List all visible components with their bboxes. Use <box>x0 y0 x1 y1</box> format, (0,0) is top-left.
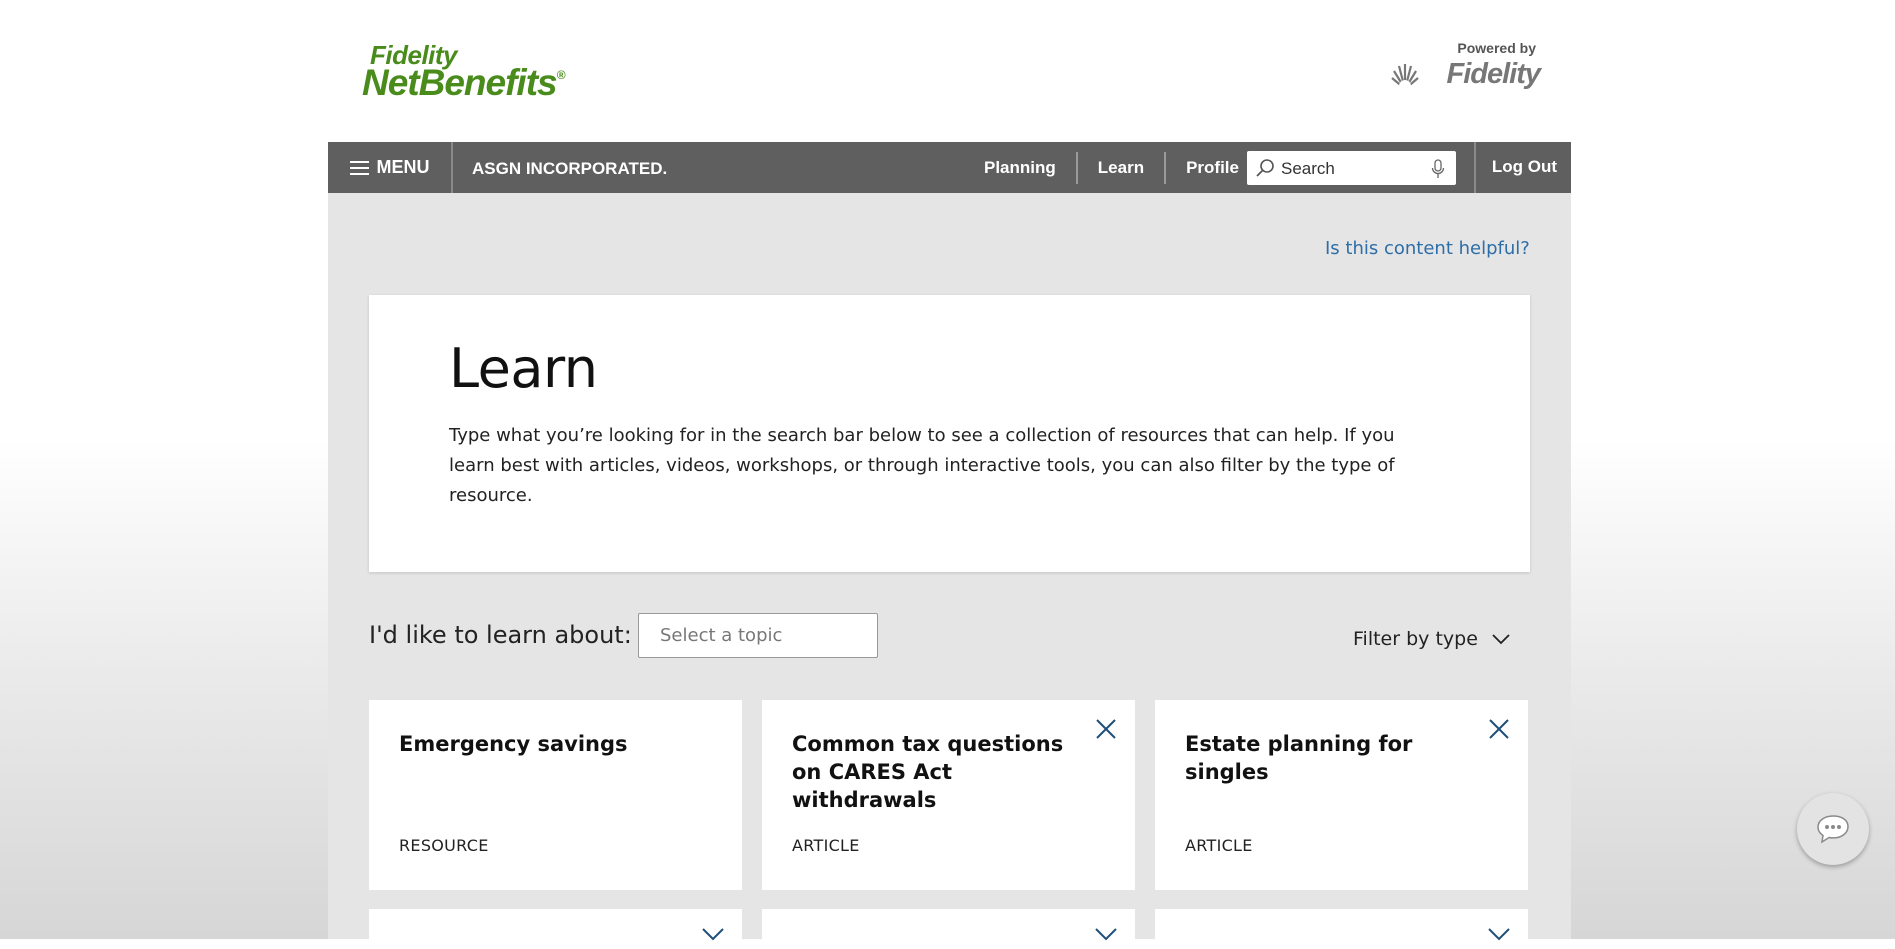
tile-title: Estate planning for singles <box>1185 732 1413 784</box>
resource-tile[interactable]: Emergency savings RESOURCE <box>369 700 742 890</box>
fidelity-sunburst-icon <box>1391 64 1419 90</box>
resource-tile[interactable]: Common tax questions on CARES Act withdr… <box>762 700 1135 890</box>
close-icon[interactable] <box>1488 718 1510 740</box>
fidelity-brand-text: Fidelity <box>1446 58 1541 90</box>
filter-by-type-dropdown[interactable]: Filter by type <box>1353 628 1510 650</box>
nav-link-planning[interactable]: Planning <box>964 158 1076 178</box>
tile-type: ARTICLE <box>792 836 860 855</box>
intro-description: Type what you’re looking for in the sear… <box>449 425 1395 506</box>
topic-picker-label: I'd like to learn about: <box>369 621 632 649</box>
learn-intro-card: Learn Type what you’re looking for in th… <box>369 295 1530 572</box>
page-title: Learn <box>449 337 598 400</box>
filter-label: Filter by type <box>1353 628 1478 650</box>
hamburger-icon <box>349 160 369 175</box>
nav-link-profile[interactable]: Profile <box>1166 158 1239 178</box>
nav-links: Planning Learn Profile <box>964 142 1239 193</box>
tile-type: ARTICLE <box>1185 836 1253 855</box>
logo-netbenefits-text: NetBenefits® <box>362 62 565 103</box>
logout-button[interactable]: Log Out <box>1473 142 1571 193</box>
nav-link-learn[interactable]: Learn <box>1078 158 1164 178</box>
close-icon[interactable] <box>1095 718 1117 740</box>
powered-by-label: Powered by <box>1457 40 1536 56</box>
chat-bubble-icon <box>1817 815 1849 844</box>
tile-title: Common tax questions on CARES Act withdr… <box>792 732 1064 812</box>
powered-by-fidelity: Powered by Fidelity <box>1380 38 1541 98</box>
netbenefits-logo[interactable]: Fidelity NetBenefits® <box>362 40 632 103</box>
content-feedback-link[interactable]: Is this content helpful? <box>1325 238 1530 259</box>
topic-select-placeholder: Select a topic <box>660 625 783 646</box>
top-nav-bar: MENU ASGN INCORPORATED. Planning Learn P… <box>328 142 1571 193</box>
microphone-icon[interactable] <box>1431 159 1445 179</box>
menu-label: MENU <box>376 157 430 177</box>
search-icon <box>1256 159 1274 177</box>
resource-tile[interactable] <box>1155 909 1528 949</box>
chat-button[interactable] <box>1797 793 1869 865</box>
tile-title: Emergency savings <box>399 732 628 756</box>
tile-type: RESOURCE <box>399 836 489 855</box>
search-placeholder: Search <box>1281 159 1335 178</box>
menu-button[interactable]: MENU <box>328 142 453 193</box>
site-header: Fidelity NetBenefits® Powered by Fidelit… <box>0 0 1895 142</box>
chevron-down-icon <box>1492 633 1510 644</box>
topic-select[interactable]: Select a topic <box>638 613 878 658</box>
resource-tile[interactable] <box>762 909 1135 949</box>
company-name: ASGN INCORPORATED. <box>472 159 668 178</box>
resource-tile[interactable]: Estate planning for singles ARTICLE <box>1155 700 1528 890</box>
resource-tile[interactable] <box>369 909 742 949</box>
search-input[interactable]: Search <box>1247 151 1456 185</box>
